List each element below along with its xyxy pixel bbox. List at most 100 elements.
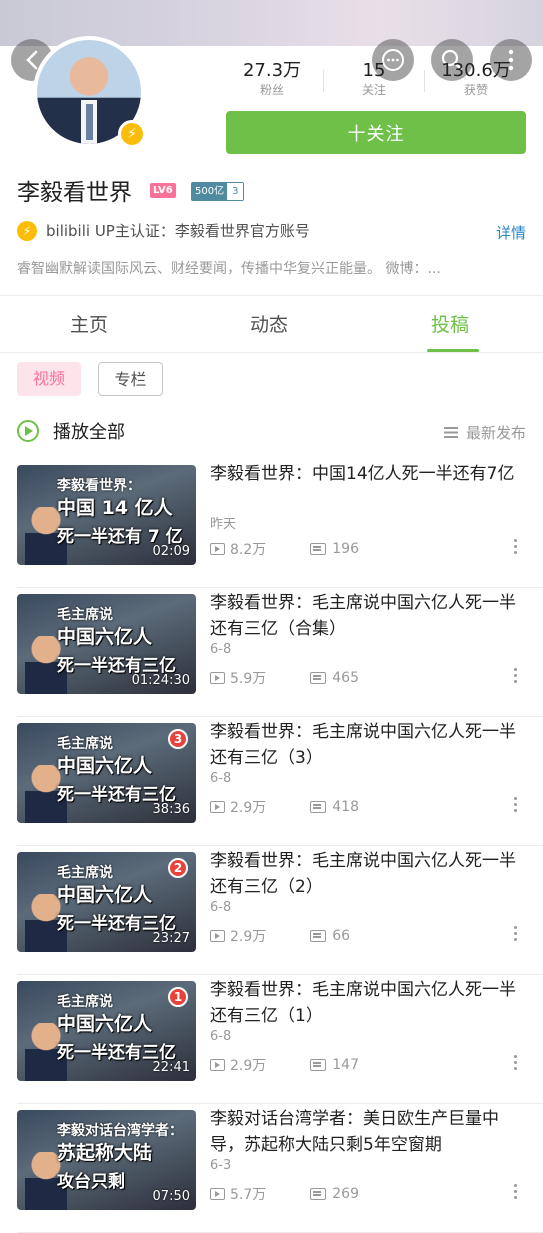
play-count-icon	[210, 1059, 225, 1071]
play-count-icon	[210, 672, 225, 684]
video-duration: 22:41	[152, 1060, 190, 1075]
stat-following[interactable]: 15 关注	[326, 60, 422, 98]
level-badge: LV6	[150, 183, 176, 198]
tab-uploads[interactable]: 投稿	[431, 310, 469, 337]
thumbnail-caption-1: 李毅看世界：	[57, 478, 141, 494]
video-title[interactable]: 李毅看世界：毛主席说中国六亿人死一半还有三亿（1）	[210, 977, 528, 1029]
chevron-left-icon	[26, 50, 38, 70]
video-duration: 02:09	[152, 544, 190, 559]
more-vertical-icon[interactable]	[514, 797, 518, 812]
video-date: 6-8	[210, 642, 232, 657]
video-meta: 8.2万 196	[210, 539, 359, 559]
video-meta: 5.7万 269	[210, 1184, 359, 1204]
view-count: 5.7万	[230, 1187, 267, 1203]
video-item[interactable]: 李毅对话台湾学者： 苏起称大陆 攻台只剩 07:50 李毅对话台湾学者：美日欧生产巨量中…	[0, 1104, 543, 1233]
thumbnail-caption-1: 毛主席说	[57, 994, 113, 1010]
danmaku-icon	[310, 1059, 327, 1071]
video-thumbnail[interactable]: 李毅对话台湾学者： 苏起称大陆 攻台只剩 07:50	[17, 1110, 196, 1210]
stat-likes[interactable]: 130.6万 获赞	[428, 60, 524, 98]
view-count: 2.9万	[230, 800, 267, 816]
sort-button[interactable]: 最新发布	[443, 422, 526, 443]
video-item[interactable]: 毛主席说 中国六亿人 死一半还有三亿 3 38:36 李毅看世界：毛主席说中国六亿人死一半…	[0, 717, 543, 846]
sort-label: 最新发布	[465, 424, 526, 442]
thumbnail-caption-2: 苏起称大陆	[57, 1142, 153, 1164]
play-count-icon	[210, 1188, 225, 1200]
stat-divider	[424, 70, 425, 92]
video-thumbnail[interactable]: 毛主席说 中国六亿人 死一半还有三亿 3 38:36	[17, 723, 196, 823]
fan-medal[interactable]: 500亿 3	[191, 182, 245, 201]
user-name: 李毅看世界	[17, 180, 132, 206]
video-duration: 07:50	[152, 1189, 190, 1204]
filter-column[interactable]: 专栏	[98, 362, 163, 396]
danmaku-icon	[310, 672, 327, 684]
more-vertical-icon[interactable]	[514, 668, 518, 683]
certification-text: bilibili UP主认证：李毅看世界官方账号	[46, 222, 310, 240]
danmaku-icon	[310, 543, 327, 555]
danmaku-count: 196	[332, 541, 359, 557]
danmaku-icon	[310, 801, 327, 813]
more-vertical-icon[interactable]	[514, 539, 518, 554]
divider	[0, 352, 543, 353]
stat-value: 15	[362, 60, 386, 81]
thumbnail-caption-3: 攻台只剩	[57, 1172, 125, 1192]
stat-label: 粉丝	[259, 83, 284, 97]
video-title[interactable]: 李毅看世界：毛主席说中国六亿人死一半还有三亿（2）	[210, 848, 528, 900]
play-all-label: 播放全部	[53, 422, 125, 443]
tab-dynamics[interactable]: 动态	[250, 310, 288, 337]
video-thumbnail[interactable]: 毛主席说 中国六亿人 死一半还有三亿 2 23:27	[17, 852, 196, 952]
thumbnail-caption-2: 中国六亿人	[57, 626, 153, 648]
more-vertical-icon[interactable]	[514, 1055, 518, 1070]
certification: ⚡ bilibili UP主认证：李毅看世界官方账号	[17, 220, 310, 241]
episode-badge: 2	[168, 858, 188, 878]
stat-label: 获赞	[463, 83, 488, 97]
video-date: 6-8	[210, 771, 232, 786]
danmaku-count: 147	[332, 1057, 359, 1073]
medal-level: 3	[227, 183, 244, 200]
stat-value: 27.3万	[242, 60, 302, 81]
view-count: 2.9万	[230, 929, 267, 945]
video-meta: 2.9万 66	[210, 926, 350, 946]
video-thumbnail[interactable]: 李毅看世界： 中国 14 亿人 死一半还有 7 亿 02:09	[17, 465, 196, 565]
video-thumbnail[interactable]: 毛主席说 中国六亿人 死一半还有三亿 1 22:41	[17, 981, 196, 1081]
video-title[interactable]: 李毅看世界：毛主席说中国六亿人死一半还有三亿（合集）	[210, 590, 528, 642]
episode-badge: 1	[168, 987, 188, 1007]
video-date: 6-8	[210, 900, 232, 915]
follow-button[interactable]: 十关注	[226, 111, 526, 154]
video-item[interactable]: 毛主席说 中国六亿人 死一半还有三亿 01:24:30 李毅看世界：毛主席说中国六亿人死…	[0, 588, 543, 717]
more-vertical-icon[interactable]	[514, 926, 518, 941]
filter-video[interactable]: 视频	[17, 362, 81, 396]
thumbnail-caption-1: 毛主席说	[57, 607, 113, 623]
video-date: 6-3	[210, 1158, 232, 1173]
video-item[interactable]: 李毅看世界： 中国 14 亿人 死一半还有 7 亿 02:09 李毅看世界：中国14亿人…	[0, 459, 543, 588]
video-title[interactable]: 李毅看世界：中国14亿人死一半还有7亿	[210, 461, 528, 487]
detail-link[interactable]: 详情	[496, 222, 526, 243]
divider	[0, 295, 543, 296]
video-title[interactable]: 李毅对话台湾学者：美日欧生产巨量中导，苏起称大陆只剩5年空窗期	[210, 1106, 528, 1158]
stat-followers[interactable]: 27.3万 粉丝	[224, 60, 320, 98]
video-thumbnail[interactable]: 毛主席说 中国六亿人 死一半还有三亿 01:24:30	[17, 594, 196, 694]
view-count: 5.9万	[230, 671, 267, 687]
stat-value: 130.6万	[441, 60, 511, 81]
stat-divider	[323, 70, 324, 92]
view-count: 2.9万	[230, 1058, 267, 1074]
episode-badge: 3	[168, 729, 188, 749]
stat-label: 关注	[361, 83, 386, 97]
danmaku-count: 465	[332, 670, 359, 686]
lightning-icon: ⚡	[17, 220, 37, 241]
video-date: 昨天	[210, 517, 237, 532]
thumbnail-caption-2: 中国六亿人	[57, 884, 153, 906]
video-meta: 2.9万 147	[210, 1055, 359, 1075]
video-item[interactable]: 毛主席说 中国六亿人 死一半还有三亿 2 23:27 李毅看世界：毛主席说中国六亿人死一半…	[0, 846, 543, 975]
video-duration: 01:24:30	[131, 673, 190, 688]
play-count-icon	[210, 930, 225, 942]
more-vertical-icon[interactable]	[514, 1184, 518, 1199]
video-meta: 5.9万 465	[210, 668, 359, 688]
danmaku-count: 66	[332, 928, 351, 944]
play-all-button[interactable]: 播放全部	[17, 418, 125, 444]
tab-home[interactable]: 主页	[70, 310, 108, 337]
video-title[interactable]: 李毅看世界：毛主席说中国六亿人死一半还有三亿（3）	[210, 719, 528, 771]
bio-text[interactable]: 睿智幽默解读国际风云、财经要闻，传播中华复兴正能量。 微博：...	[17, 258, 522, 278]
video-duration: 38:36	[152, 802, 190, 817]
video-item[interactable]: 毛主席说 中国六亿人 死一半还有三亿 1 22:41 李毅看世界：毛主席说中国六亿人死一半…	[0, 975, 543, 1104]
thumbnail-caption-1: 毛主席说	[57, 736, 113, 752]
